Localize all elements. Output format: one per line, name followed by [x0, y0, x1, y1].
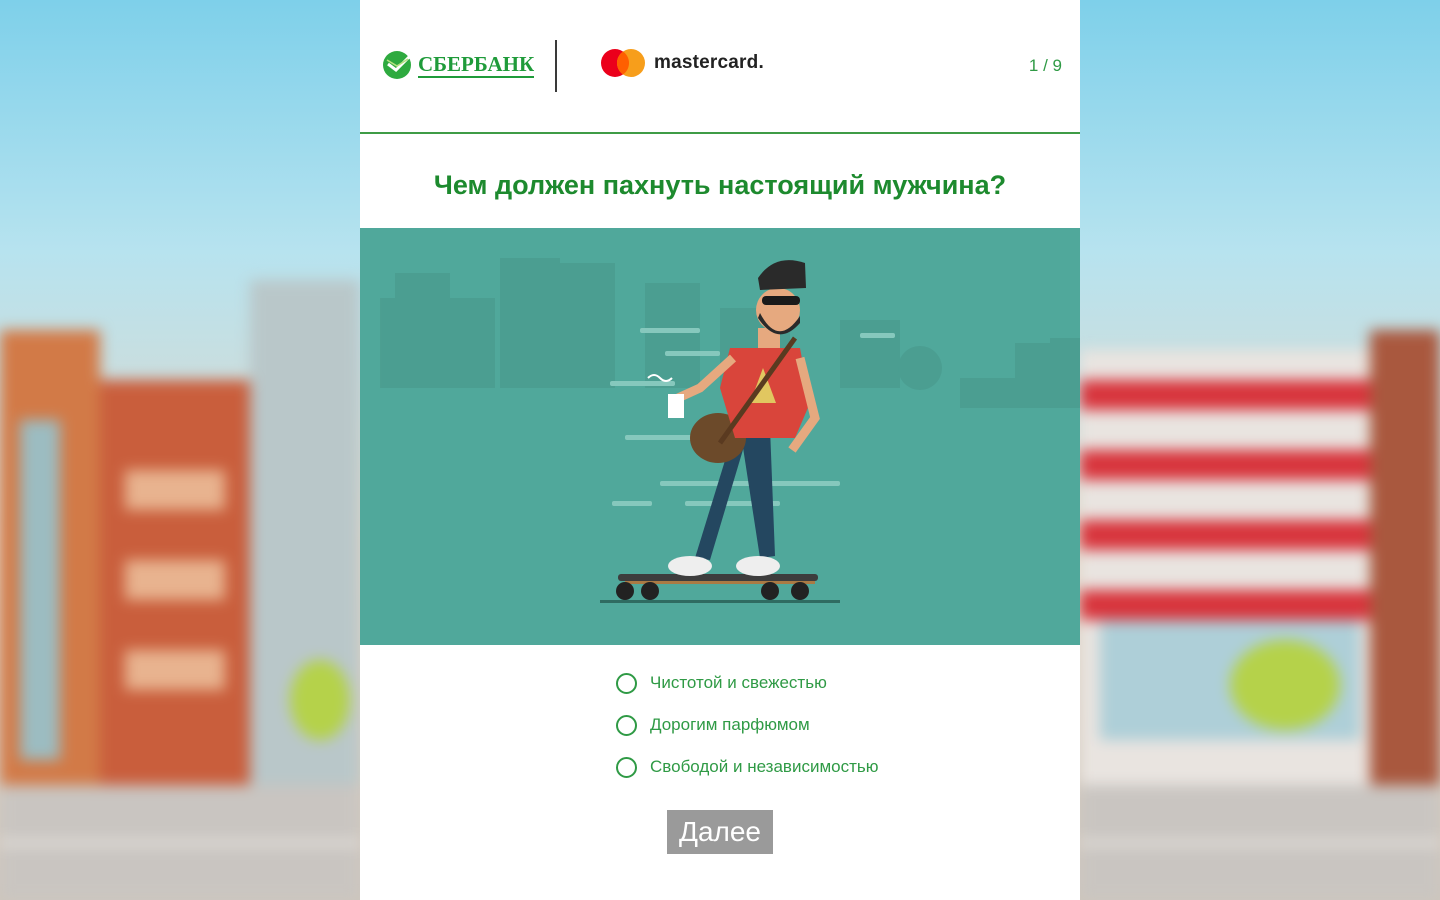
mastercard-circles-icon: [601, 49, 645, 77]
background-right: [1080, 0, 1440, 900]
mastercard-logo[interactable]: mastercard.: [600, 47, 764, 79]
answer-label[interactable]: Чистотой и свежестью: [650, 673, 827, 693]
radio-button[interactable]: [616, 714, 637, 736]
answer-option[interactable]: Свободой и независимостью: [616, 746, 878, 788]
sberbank-check-icon: [383, 51, 411, 79]
answer-option[interactable]: Чистотой и свежестью: [616, 662, 878, 704]
mastercard-logo-text: mastercard.: [654, 52, 764, 73]
next-button[interactable]: Далее: [667, 810, 773, 854]
question-illustration: [360, 228, 1080, 645]
answer-label[interactable]: Свободой и независимостью: [650, 757, 878, 777]
question-counter: 1 / 9: [1028, 56, 1062, 75]
answer-options: Чистотой и свежестью Дорогим парфюмом Св…: [616, 662, 878, 788]
logo-divider: [555, 40, 557, 92]
answer-label[interactable]: Дорогим парфюмом: [650, 715, 810, 735]
quiz-header: СБЕРБАНК mastercard. 1 / 9: [360, 0, 1080, 134]
sberbank-logo[interactable]: СБЕРБАНК: [382, 50, 535, 80]
radio-button[interactable]: [616, 672, 637, 694]
question-title: Чем должен пахнуть настоящий мужчина?: [433, 170, 1007, 200]
answer-option[interactable]: Дорогим парфюмом: [616, 704, 878, 746]
background-left: [0, 0, 360, 900]
sberbank-logo-text: СБЕРБАНК: [418, 51, 535, 78]
quiz-panel: СБЕРБАНК mastercard. 1 / 9 Чем должен па…: [360, 0, 1080, 900]
radio-button[interactable]: [616, 756, 637, 778]
